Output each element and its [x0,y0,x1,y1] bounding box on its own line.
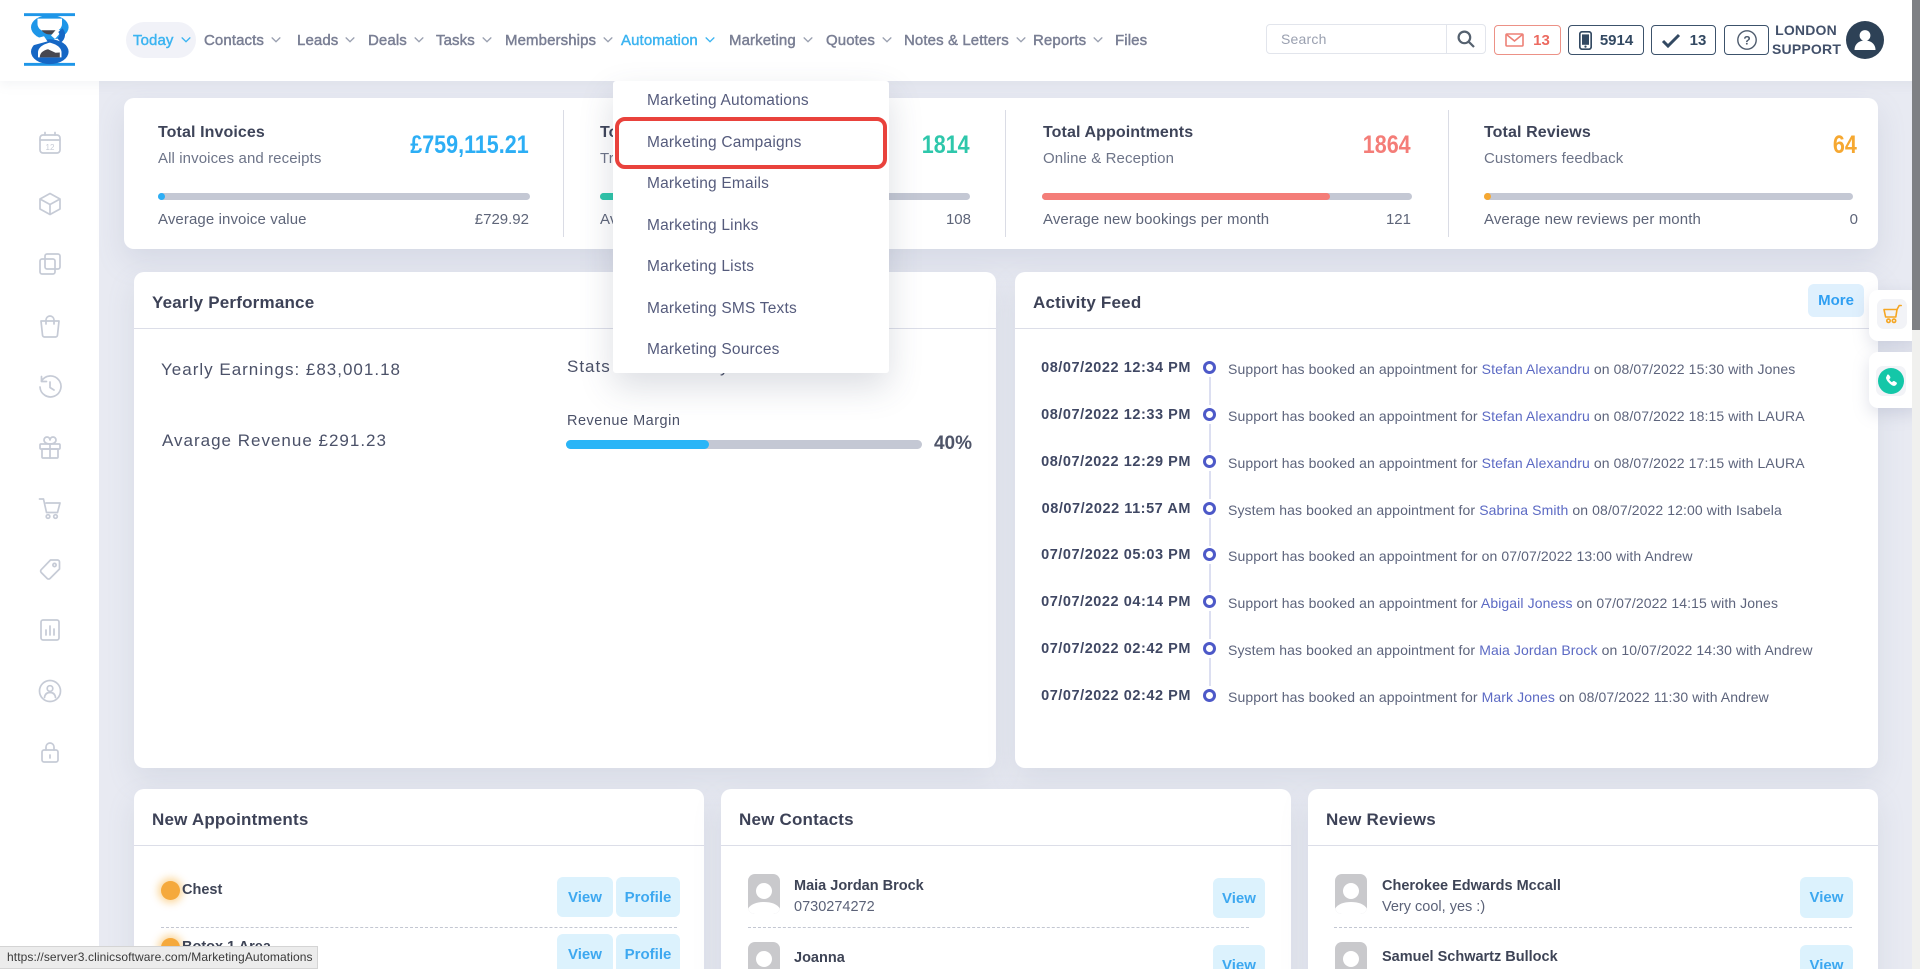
svg-text:?: ? [1743,33,1750,47]
svg-text:12: 12 [46,143,55,152]
